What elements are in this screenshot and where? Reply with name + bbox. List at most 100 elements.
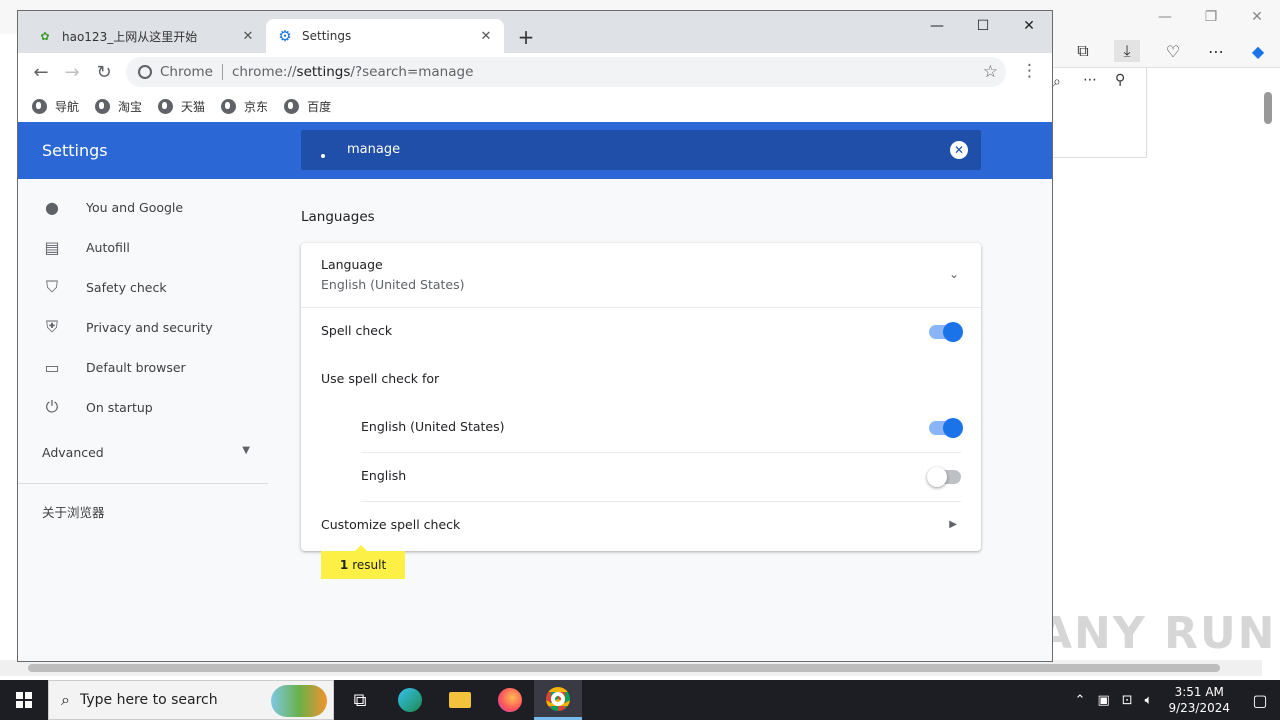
bg-restore-icon[interactable]: ❐ bbox=[1188, 0, 1234, 34]
file-explorer-icon[interactable] bbox=[436, 680, 484, 720]
maximize-button[interactable]: ☐ bbox=[960, 11, 1006, 41]
address-bar[interactable]: Chrome chrome://settings/?search=manage … bbox=[126, 57, 1006, 87]
chrome-taskbar-icon[interactable] bbox=[534, 680, 582, 720]
globe-icon bbox=[32, 98, 47, 114]
windows-logo-icon bbox=[16, 692, 32, 708]
bookmark-baidu[interactable]: 百度 bbox=[284, 98, 331, 115]
hao123-favicon-icon: ✿ bbox=[40, 29, 50, 43]
clock-date: 9/23/2024 bbox=[1168, 701, 1230, 715]
gear-icon: ⚙ bbox=[278, 27, 292, 45]
watermark: ANY RUN bbox=[1038, 608, 1277, 659]
taskbar: ⌕ Type here to search ⧉ ⌃ ▣ ⊡ 🔈︎ 3:51 AM… bbox=[0, 680, 1280, 720]
shield-check-icon: ⛉ bbox=[45, 277, 58, 296]
language-label: Language bbox=[321, 257, 383, 272]
volume-icon[interactable]: 🔈︎ bbox=[1145, 693, 1153, 708]
nav-autofill[interactable]: ▤ Autofill bbox=[42, 235, 129, 259]
more-icon[interactable]: ⋯ bbox=[1203, 40, 1229, 62]
chrome-menu-icon[interactable]: ⋮ bbox=[1021, 61, 1038, 81]
search-icon: ⌕ bbox=[61, 690, 70, 709]
spell-language-row: English bbox=[301, 453, 981, 501]
panel-pin-icon[interactable]: ⚲ bbox=[1115, 72, 1125, 88]
search-icon bbox=[321, 154, 325, 158]
start-button[interactable] bbox=[0, 680, 48, 720]
search-result-bubble: 1 result bbox=[321, 545, 405, 579]
spell-check-toggle[interactable] bbox=[929, 322, 963, 342]
task-view-icon[interactable]: ⧉ bbox=[336, 680, 384, 720]
bookmark-daohang[interactable]: 导航 bbox=[32, 98, 79, 115]
forward-button[interactable]: → bbox=[59, 59, 85, 85]
languages-card: Language English (United States) ⌄ Spell… bbox=[301, 243, 981, 551]
section-title: Languages bbox=[301, 209, 375, 225]
firefox-icon[interactable] bbox=[486, 680, 534, 720]
chrome-chip: Chrome bbox=[160, 64, 213, 80]
new-tab-button[interactable]: + bbox=[514, 25, 538, 49]
tab-close-icon[interactable]: ✕ bbox=[240, 29, 256, 44]
bookmark-tmall[interactable]: 天猫 bbox=[158, 98, 205, 115]
shield-icon: ⛨ bbox=[45, 317, 58, 336]
edge-icon[interactable] bbox=[386, 680, 434, 720]
nav-on-startup[interactable]: ⏻ On startup bbox=[42, 395, 153, 419]
copilot-icon[interactable]: ◆ bbox=[1245, 40, 1271, 62]
globe-icon bbox=[95, 98, 111, 114]
tab-close-icon[interactable]: ✕ bbox=[478, 29, 494, 44]
back-button[interactable]: ← bbox=[28, 59, 54, 85]
customize-spell-check-row[interactable]: Customize spell check ▶ bbox=[301, 502, 981, 550]
settings-search-input[interactable]: manage ✕ bbox=[301, 130, 981, 170]
meet-icon[interactable]: ▣ bbox=[1097, 693, 1109, 708]
tab-settings[interactable]: ⚙ Settings ✕ bbox=[266, 19, 504, 53]
use-spell-check-label: Use spell check for bbox=[321, 371, 440, 386]
nav-privacy-security[interactable]: ⛨ Privacy and security bbox=[42, 315, 213, 339]
close-button[interactable]: ✕ bbox=[1006, 11, 1052, 41]
downloads-icon[interactable]: ⤓ bbox=[1114, 40, 1140, 62]
chrome-window: ✿ hao123_上网从这里开始 ✕ ⚙ Settings ✕ + — ☐ ✕ … bbox=[17, 10, 1053, 662]
person-icon: ● bbox=[45, 197, 59, 217]
chevron-down-icon[interactable]: ⌄ bbox=[949, 267, 959, 281]
nav-safety-check[interactable]: ⛉ Safety check bbox=[42, 275, 167, 299]
taskbar-search-input[interactable]: ⌕ Type here to search bbox=[48, 680, 334, 720]
language-row[interactable]: Language English (United States) ⌄ bbox=[301, 243, 981, 307]
system-tray: ⌃ ▣ ⊡ 🔈︎ 3:51 AM 9/23/2024 ▢ bbox=[1069, 680, 1280, 720]
tab-label: Settings bbox=[302, 29, 352, 43]
spell-language-toggle[interactable] bbox=[929, 418, 963, 438]
chevron-up-icon[interactable]: ⌃ bbox=[1075, 693, 1086, 708]
notification-icon[interactable]: ▢ bbox=[1240, 680, 1280, 720]
chrome-icon[interactable] bbox=[138, 65, 152, 79]
bg-minimize-icon[interactable]: — bbox=[1142, 0, 1188, 34]
nav-advanced[interactable]: Advanced ▼ bbox=[42, 445, 250, 460]
clear-search-icon[interactable]: ✕ bbox=[950, 141, 968, 159]
background-scrollbar[interactable] bbox=[1262, 72, 1274, 652]
spell-language-toggle[interactable] bbox=[927, 467, 961, 487]
browser-toolbar: ← → ↻ Chrome chrome://settings/?search=m… bbox=[18, 53, 1052, 91]
browser-icon: ▭ bbox=[44, 357, 60, 377]
bookmarks-bar: 导航 淘宝 天猫 京东 百度 bbox=[18, 91, 1052, 121]
bookmark-jd[interactable]: 京东 bbox=[221, 98, 268, 115]
panel-search-icon[interactable]: ⌕ bbox=[1053, 74, 1061, 90]
spell-check-row: Spell check bbox=[301, 307, 981, 355]
tab-label: hao123_上网从这里开始 bbox=[62, 29, 198, 44]
panel-more-icon[interactable]: ⋯ bbox=[1083, 72, 1097, 88]
nav-you-and-google[interactable]: ● You and Google bbox=[42, 195, 183, 219]
bookmark-taobao[interactable]: 淘宝 bbox=[95, 98, 142, 115]
bg-close-icon[interactable]: ✕ bbox=[1234, 0, 1280, 34]
bookmark-star-icon[interactable]: ☆ bbox=[983, 62, 998, 82]
health-icon[interactable]: ♡ bbox=[1160, 40, 1186, 62]
arrow-right-icon: ▶ bbox=[949, 519, 957, 530]
search-highlight-image bbox=[271, 685, 327, 717]
clock-time: 3:51 AM bbox=[1174, 685, 1224, 699]
network-icon[interactable]: ⊡ bbox=[1122, 693, 1133, 708]
minimize-button[interactable]: — bbox=[914, 11, 960, 41]
collections-icon[interactable]: ⧉ bbox=[1070, 40, 1096, 62]
power-icon: ⏻ bbox=[45, 397, 59, 416]
horizontal-scrollbar[interactable] bbox=[0, 660, 1262, 676]
tab-strip: ✿ hao123_上网从这里开始 ✕ ⚙ Settings ✕ + — ☐ ✕ bbox=[18, 11, 1052, 53]
nav-about-browser[interactable]: 关于浏览器 bbox=[42, 502, 105, 521]
clock[interactable]: 3:51 AM 9/23/2024 bbox=[1168, 684, 1230, 716]
background-window-controls: — ❐ ✕ bbox=[1142, 0, 1280, 34]
customize-spell-check-label: Customize spell check bbox=[321, 517, 461, 532]
use-spell-check-for-row: Use spell check for bbox=[301, 355, 981, 403]
url-text[interactable]: chrome://settings/?search=manage bbox=[232, 64, 473, 80]
spell-language-label: English bbox=[361, 468, 407, 483]
reload-button[interactable]: ↻ bbox=[91, 59, 117, 85]
nav-default-browser[interactable]: ▭ Default browser bbox=[42, 355, 185, 379]
tab-hao123[interactable]: ✿ hao123_上网从这里开始 ✕ bbox=[26, 19, 266, 53]
